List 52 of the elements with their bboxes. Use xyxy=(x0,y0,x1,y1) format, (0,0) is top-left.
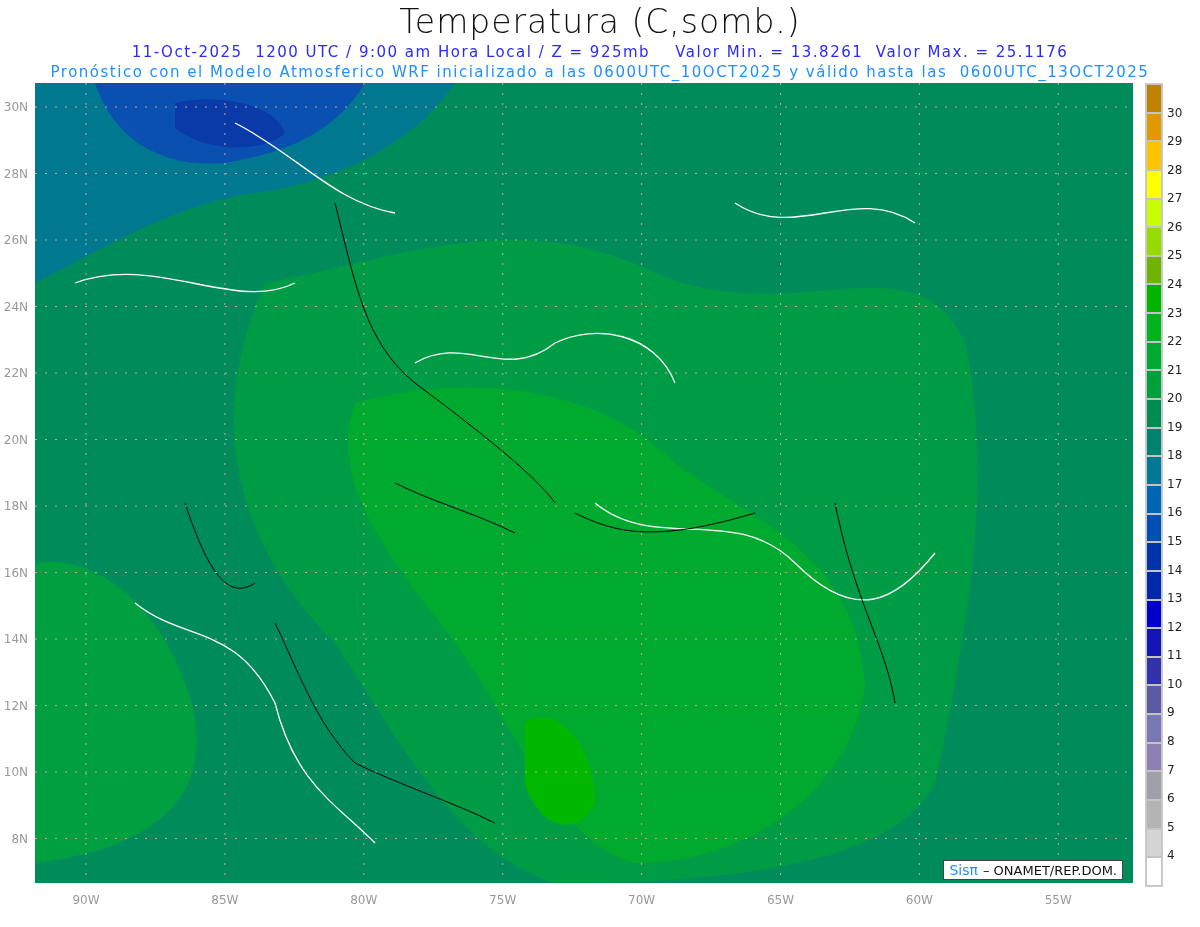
scale-label: 4 xyxy=(1167,847,1176,865)
scale-label: 7 xyxy=(1167,761,1176,779)
subtitle: Pronóstico con el Modelo Atmosferico WRF inicializado a las 0600UTC_10OCT2025 y válido hasta las 0600UTC_13OCT2025 xyxy=(50,62,1150,82)
scale-label: 27 xyxy=(1167,190,1183,208)
scale-label: 5 xyxy=(1167,818,1176,836)
scale-label: 6 xyxy=(1167,790,1176,808)
scale-label: 24 xyxy=(1167,275,1183,293)
scale-label: 16 xyxy=(1167,504,1183,522)
latitude-label: 20N xyxy=(3,432,28,447)
longitude-label: 65W xyxy=(766,893,795,907)
latitude-label: 24N xyxy=(3,299,28,314)
longitude-label: 75W xyxy=(489,893,517,907)
scale-label: 22 xyxy=(1167,333,1183,351)
scale-label: 28 xyxy=(1167,161,1183,179)
scale-label: 12 xyxy=(1167,618,1183,636)
scale-label: 18 xyxy=(1167,447,1183,465)
latitude-label: 14N xyxy=(3,632,28,646)
latitude-label: 8N xyxy=(11,831,28,846)
latitude-label: 28N xyxy=(3,166,28,181)
scale-label: 8 xyxy=(1167,732,1176,750)
latitude-label: 22N xyxy=(3,366,28,380)
scale-label: 26 xyxy=(1167,218,1183,236)
scale-label: 30 xyxy=(1167,104,1183,122)
scale-label: 21 xyxy=(1167,361,1183,379)
subtitle: 11-Oct-2025 1200 UTC / 9:00 am Hora Local / Z = 925mb Valor Min. = 13.8261 Valor Max. = 25.1176 xyxy=(131,42,1069,62)
scale-label: 23 xyxy=(1167,304,1183,322)
longitude-label: 80W xyxy=(350,893,378,907)
scale-label: 25 xyxy=(1167,247,1183,265)
latitude-label: 18N xyxy=(3,499,28,513)
latitude-label: 26N xyxy=(3,233,28,247)
latitude-label: 12N xyxy=(3,698,28,713)
latitude-label: 10N xyxy=(3,765,28,779)
scale-label: 10 xyxy=(1167,675,1183,693)
longitude-label: 70W xyxy=(628,893,656,907)
scale-label: 15 xyxy=(1167,533,1183,550)
scale-label: 29 xyxy=(1167,133,1183,151)
scale-label: 19 xyxy=(1167,418,1183,436)
chart-title: Temperatura (C,somb.) xyxy=(399,2,801,42)
scale-label: 17 xyxy=(1167,475,1183,493)
longitude-label: 55W xyxy=(1044,893,1072,907)
credit-text: – ONAMET/REP.DOM. xyxy=(982,862,1117,878)
latitude-label: 30N xyxy=(3,100,28,114)
scale-label: 14 xyxy=(1167,561,1183,579)
longitude-label: 60W xyxy=(905,893,933,907)
latitude-label: 16N xyxy=(3,565,28,580)
scale-label: 13 xyxy=(1167,590,1183,608)
scale-label: 11 xyxy=(1167,647,1183,665)
scale-label: 20 xyxy=(1167,390,1183,408)
brand-logo: Sisπ xyxy=(949,862,978,878)
longitude-label: 90W xyxy=(72,893,100,907)
longitude-label: 85W xyxy=(211,893,239,907)
scale-label: 9 xyxy=(1167,704,1176,722)
